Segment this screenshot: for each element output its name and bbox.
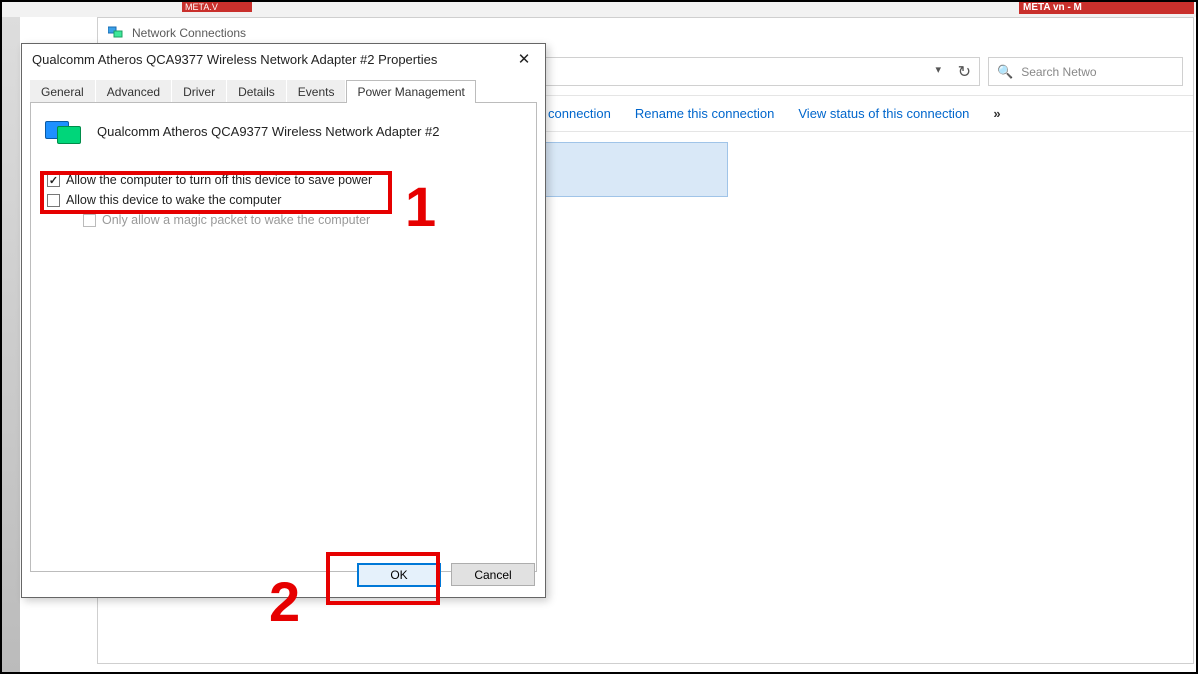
cmd-more[interactable]: » bbox=[993, 106, 1000, 121]
bg-tab-fragment-right: META vn - M bbox=[1019, 2, 1194, 14]
chevron-down-icon[interactable]: ▾ bbox=[935, 63, 941, 76]
monitors-icon bbox=[45, 117, 85, 145]
checkbox-allow-turn-off[interactable] bbox=[47, 174, 60, 187]
cmd-rename[interactable]: Rename this connection bbox=[635, 106, 774, 121]
tab-details[interactable]: Details bbox=[227, 80, 286, 103]
device-name-label: Qualcomm Atheros QCA9377 Wireless Networ… bbox=[97, 124, 439, 139]
checkbox-magic-packet bbox=[83, 214, 96, 227]
tab-advanced[interactable]: Advanced bbox=[96, 80, 171, 103]
network-icon bbox=[108, 25, 124, 42]
cmd-status[interactable]: View status of this connection bbox=[798, 106, 969, 121]
properties-dialog: Qualcomm Atheros QCA9377 Wireless Networ… bbox=[21, 43, 546, 598]
dialog-title: Qualcomm Atheros QCA9377 Wireless Networ… bbox=[32, 52, 437, 67]
ok-button[interactable]: OK bbox=[357, 563, 441, 587]
search-placeholder: Search Netwo bbox=[1021, 65, 1096, 79]
bg-tab-fragment: META.V bbox=[182, 2, 252, 12]
tab-row: General Advanced Driver Details Events P… bbox=[22, 74, 545, 102]
tab-driver[interactable]: Driver bbox=[172, 80, 226, 103]
tab-general[interactable]: General bbox=[30, 80, 95, 103]
cancel-button[interactable]: Cancel bbox=[451, 563, 535, 586]
close-icon[interactable]: ✕ bbox=[513, 50, 535, 68]
tab-panel-power: Qualcomm Atheros QCA9377 Wireless Networ… bbox=[30, 102, 537, 572]
bg-left-strip bbox=[2, 17, 20, 672]
refresh-icon[interactable]: ↻ bbox=[958, 62, 971, 82]
checkbox-allow-wake[interactable] bbox=[47, 194, 60, 207]
search-input[interactable]: 🔍 Search Netwo bbox=[988, 57, 1183, 86]
tab-power-management[interactable]: Power Management bbox=[346, 80, 475, 103]
tab-events[interactable]: Events bbox=[287, 80, 346, 103]
checkbox-allow-turn-off-label: Allow the computer to turn off this devi… bbox=[66, 173, 372, 187]
checkbox-allow-wake-label: Allow this device to wake the computer bbox=[66, 193, 281, 207]
checkbox-magic-packet-label: Only allow a magic packet to wake the co… bbox=[102, 213, 370, 227]
search-icon: 🔍 bbox=[997, 64, 1013, 80]
window-title: Network Connections bbox=[132, 26, 246, 40]
